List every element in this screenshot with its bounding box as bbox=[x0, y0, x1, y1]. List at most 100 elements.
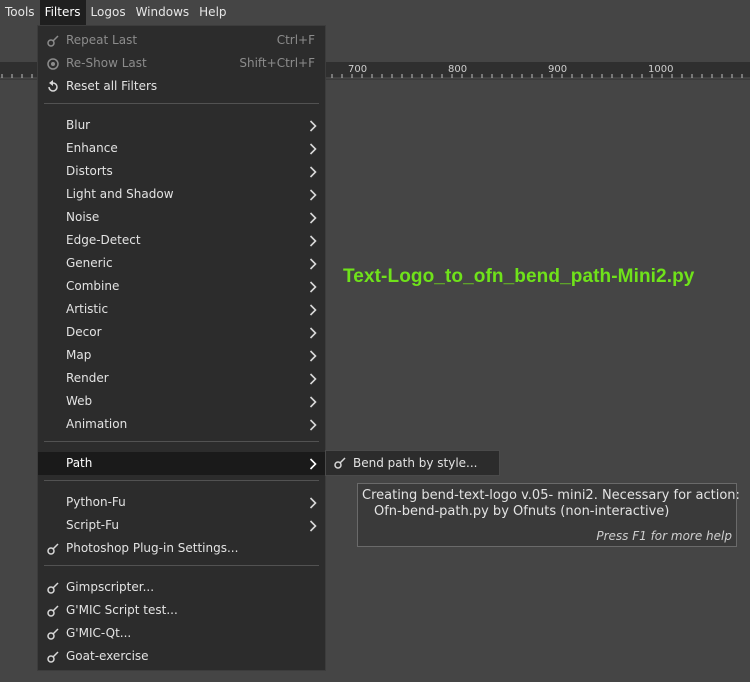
chevron-right-icon bbox=[309, 419, 317, 431]
menu-item-repeat-last[interactable]: Repeat Last Ctrl+F bbox=[38, 29, 325, 52]
menu-separator bbox=[44, 565, 319, 566]
chevron-right-icon bbox=[309, 120, 317, 132]
menu-item-label: Re-Show Last bbox=[66, 56, 147, 70]
menu-item-label: Animation bbox=[66, 417, 128, 431]
menu-item-label: Reset all Filters bbox=[66, 79, 158, 93]
menu-item-label: Generic bbox=[66, 256, 113, 270]
tooltip-help-hint: Press F1 for more help bbox=[596, 529, 732, 543]
filters-menu: Repeat Last Ctrl+F Re-Show Last Shift+Ct… bbox=[37, 25, 326, 671]
menu-item-plugin[interactable]: G'MIC Script test... bbox=[38, 599, 325, 622]
menu-item-category[interactable]: Light and Shadow bbox=[38, 183, 325, 206]
menu-item-category[interactable]: Generic bbox=[38, 252, 325, 275]
menu-item-category[interactable]: Render bbox=[38, 367, 325, 390]
path-submenu: Bend path by style... bbox=[325, 450, 500, 476]
menu-item-label: Goat-exercise bbox=[66, 649, 149, 663]
ruler-label: 700 bbox=[348, 64, 368, 75]
menu-item-path[interactable]: Path bbox=[38, 452, 325, 475]
menu-item-category[interactable]: Blur bbox=[38, 114, 325, 137]
menu-item-label: Repeat Last bbox=[66, 33, 138, 47]
menubar: Tools Filters Logos Windows Help bbox=[0, 0, 750, 25]
menu-item-label: Path bbox=[66, 456, 93, 470]
plugin-icon bbox=[47, 582, 59, 594]
menu-filters[interactable]: Filters bbox=[39, 0, 86, 25]
menu-separator bbox=[44, 441, 319, 442]
chevron-right-icon bbox=[309, 350, 317, 362]
menu-item-category[interactable]: Decor bbox=[38, 321, 325, 344]
menu-item-plugin[interactable]: Gimpscripter... bbox=[38, 576, 325, 599]
chevron-right-icon bbox=[309, 189, 317, 201]
menu-item-category[interactable]: Web bbox=[38, 390, 325, 413]
menu-item-label: Web bbox=[66, 394, 93, 408]
menu-logos[interactable]: Logos bbox=[86, 0, 131, 25]
menu-item-bend-path-by-style[interactable]: Bend path by style... bbox=[326, 451, 499, 475]
menu-item-label: Enhance bbox=[66, 141, 118, 155]
tooltip-line: Creating bend-text-logo v.05- mini2. Nec… bbox=[362, 488, 740, 503]
plugin-icon bbox=[47, 651, 59, 663]
menu-tools[interactable]: Tools bbox=[0, 0, 40, 25]
chevron-right-icon bbox=[309, 143, 317, 155]
menu-separator bbox=[44, 480, 319, 481]
menu-item-category[interactable]: Map bbox=[38, 344, 325, 367]
menu-item-label: Decor bbox=[66, 325, 102, 339]
menu-windows[interactable]: Windows bbox=[131, 0, 195, 25]
menu-item-label: Combine bbox=[66, 279, 120, 293]
menu-item-photoshop-plugin-settings[interactable]: Photoshop Plug-in Settings... bbox=[38, 537, 325, 560]
menu-item-category[interactable]: Noise bbox=[38, 206, 325, 229]
tooltip-line: Ofn-bend-path.py by Ofnuts (non-interact… bbox=[374, 504, 670, 519]
menu-item-script-fu[interactable]: Script-Fu bbox=[38, 514, 325, 537]
menu-item-label: Light and Shadow bbox=[66, 187, 174, 201]
menu-item-label: Script-Fu bbox=[66, 518, 119, 532]
menu-item-label: Render bbox=[66, 371, 109, 385]
canvas-logo-text: Text-Logo_to_ofn_bend_path-Mini2.py bbox=[343, 266, 695, 287]
menu-item-category[interactable]: Edge-Detect bbox=[38, 229, 325, 252]
chevron-right-icon bbox=[309, 166, 317, 178]
ruler-label: 900 bbox=[548, 64, 568, 75]
menu-item-category[interactable]: Enhance bbox=[38, 137, 325, 160]
tooltip: Creating bend-text-logo v.05- mini2. Nec… bbox=[357, 483, 740, 547]
menu-item-label: Distorts bbox=[66, 164, 113, 178]
menu-item-label: Bend path by style... bbox=[353, 456, 478, 470]
menu-item-category[interactable]: Artistic bbox=[38, 298, 325, 321]
chevron-right-icon bbox=[309, 281, 317, 293]
chevron-right-icon bbox=[309, 520, 317, 532]
menu-item-label: G'MIC-Qt... bbox=[66, 626, 132, 640]
chevron-right-icon bbox=[309, 212, 317, 224]
reset-icon bbox=[48, 80, 58, 92]
menu-item-label: Python-Fu bbox=[66, 495, 126, 509]
chevron-right-icon bbox=[309, 327, 317, 339]
chevron-right-icon bbox=[309, 396, 317, 408]
menu-item-plugin[interactable]: Goat-exercise bbox=[38, 645, 325, 668]
menu-item-label: Map bbox=[66, 348, 92, 362]
menu-item-plugin[interactable]: G'MIC-Qt... bbox=[38, 622, 325, 645]
menu-item-label: Edge-Detect bbox=[66, 233, 141, 247]
plugin-icon bbox=[47, 628, 59, 640]
chevron-right-icon bbox=[309, 373, 317, 385]
menu-item-label: Gimpscripter... bbox=[66, 580, 155, 594]
plugin-icon bbox=[47, 605, 59, 617]
menu-item-label: G'MIC Script test... bbox=[66, 603, 178, 617]
menu-item-label: Noise bbox=[66, 210, 100, 224]
menu-help[interactable]: Help bbox=[194, 0, 231, 25]
chevron-right-icon bbox=[309, 304, 317, 316]
menu-item-reshow-last[interactable]: Re-Show Last Shift+Ctrl+F bbox=[38, 52, 325, 75]
menu-item-reset-all-filters[interactable]: Reset all Filters bbox=[38, 75, 325, 98]
menu-item-category[interactable]: Animation bbox=[38, 413, 325, 436]
menu-item-label: Artistic bbox=[66, 302, 109, 316]
shortcut-label: Shift+Ctrl+F bbox=[239, 56, 315, 70]
menu-item-label: Blur bbox=[66, 118, 91, 132]
shortcut-label: Ctrl+F bbox=[276, 33, 315, 47]
ruler-label: 1000 bbox=[648, 64, 674, 75]
plugin-icon bbox=[334, 457, 346, 469]
chevron-right-icon bbox=[309, 497, 317, 509]
ruler-label: 800 bbox=[448, 64, 468, 75]
plugin-icon bbox=[47, 35, 59, 47]
menu-item-category[interactable]: Distorts bbox=[38, 160, 325, 183]
reshow-icon bbox=[47, 58, 59, 70]
chevron-right-icon bbox=[309, 258, 317, 270]
menu-item-label: Photoshop Plug-in Settings... bbox=[66, 541, 239, 555]
chevron-right-icon bbox=[309, 235, 317, 247]
menu-item-python-fu[interactable]: Python-Fu bbox=[38, 491, 325, 514]
plugin-icon bbox=[47, 543, 59, 555]
menu-item-category[interactable]: Combine bbox=[38, 275, 325, 298]
chevron-right-icon bbox=[309, 458, 317, 470]
